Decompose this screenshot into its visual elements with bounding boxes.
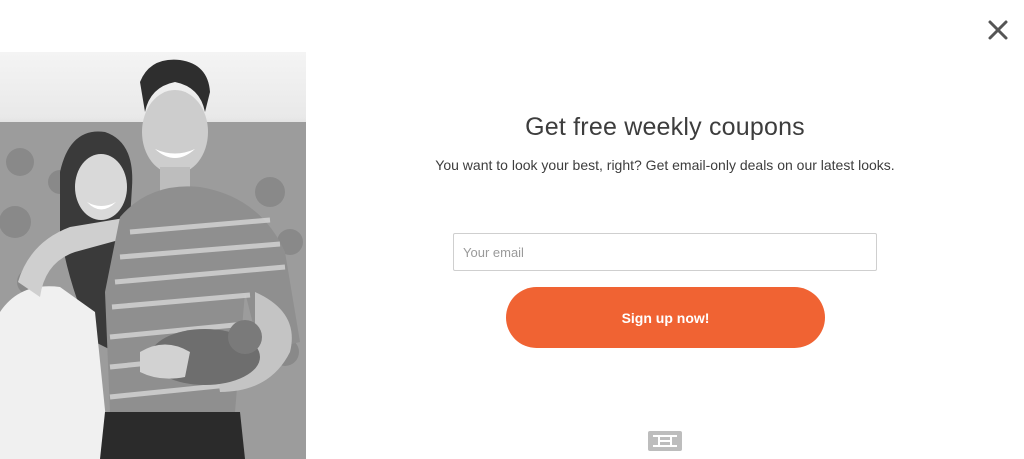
popup-subtitle: You want to look your best, right? Get e… bbox=[435, 157, 895, 173]
signup-popup: Get free weekly coupons You want to look… bbox=[0, 0, 1024, 459]
email-field[interactable] bbox=[453, 233, 877, 271]
brand-logo bbox=[648, 431, 682, 451]
hero-photo bbox=[0, 52, 306, 459]
sign-up-button[interactable]: Sign up now! bbox=[506, 287, 825, 348]
brand-logo-icon bbox=[648, 431, 682, 451]
popup-content: Get free weekly coupons You want to look… bbox=[306, 0, 1024, 459]
popup-title: Get free weekly coupons bbox=[525, 113, 805, 141]
